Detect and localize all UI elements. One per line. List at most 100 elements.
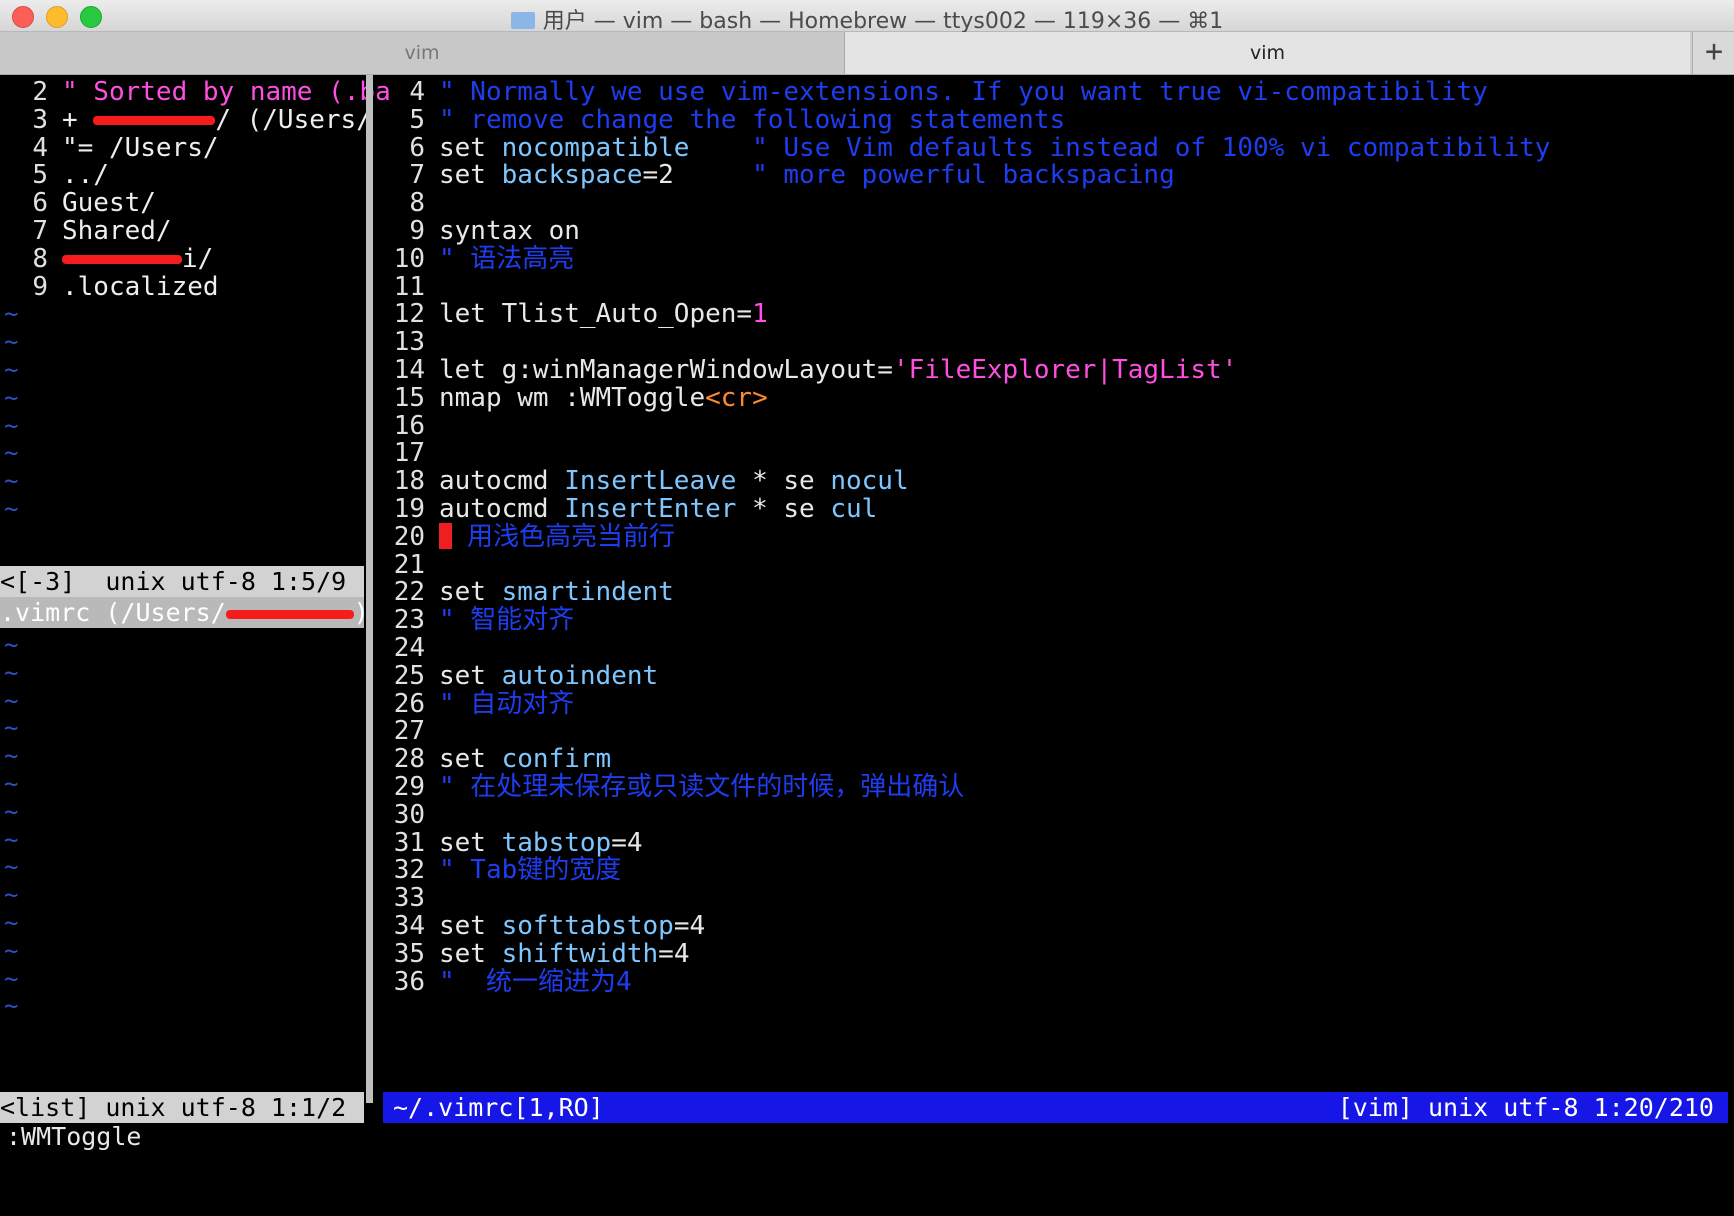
code-line[interactable]: 14 let g:winManagerWindowLayout='FileExpl… — [378, 355, 1238, 386]
empty-line-marker: ~ — [4, 300, 19, 329]
explorer-row[interactable]: 4 "= /Users/ — [0, 132, 219, 164]
line-number: 12 — [393, 299, 425, 330]
code-token: set — [439, 938, 502, 969]
code-token: =4 — [611, 827, 643, 858]
code-line[interactable]: 10 " 语法高亮 — [378, 243, 575, 275]
terminal-area[interactable]: 2 " Sorted by name (.ba 3 + / (/Users/4 "= /… — [0, 75, 1734, 1190]
code-token: 1 — [752, 299, 768, 330]
empty-line-marker: ~ — [4, 909, 19, 937]
line-number: 34 — [393, 911, 425, 941]
code-line[interactable]: 26 " 自动对齐 — [378, 688, 575, 720]
code-token: smartindent — [501, 577, 674, 608]
line-number: 26 — [393, 688, 425, 719]
explorer-status-line: <[-3] unix utf-8 1:5/9 — [0, 566, 364, 597]
explorer-row[interactable]: 9 .localized — [0, 271, 219, 303]
code-line[interactable]: 4 " Normally we use vim-extensions. If yo… — [378, 77, 1487, 108]
code-line[interactable]: 35 set shiftwidth=4 — [378, 938, 690, 970]
explorer-row[interactable]: 2 " Sorted by name (.ba — [0, 77, 390, 108]
explorer-entry-tail: / (/Users/ — [215, 104, 372, 135]
new-tab-button[interactable]: + — [1692, 32, 1734, 74]
code-token: " Tab键的宽度 — [439, 855, 622, 886]
code-line[interactable]: 36 " 统一缩进为4 — [378, 967, 632, 998]
code-token: set — [439, 744, 502, 775]
line-number: 13 — [393, 327, 425, 358]
code-token: =4 — [658, 938, 690, 969]
code-token: let g:winManagerWindowLayout= — [439, 355, 893, 385]
empty-line-marker: ~ — [4, 686, 19, 715]
taglist-status-tail: ) — [353, 598, 369, 627]
tab-vim-2[interactable]: vim — [845, 32, 1690, 74]
command-line[interactable]: :WMToggle — [6, 1121, 141, 1152]
line-number: 36 — [393, 966, 425, 997]
code-line[interactable]: 8 — [378, 188, 439, 219]
code-line[interactable]: 13 — [378, 327, 439, 358]
code-token: =2 — [642, 160, 674, 191]
code-token: backspace — [501, 160, 643, 191]
pane-divider[interactable] — [366, 75, 373, 1103]
explorer-entry: .localized — [62, 271, 219, 302]
code-line[interactable]: 12 let Tlist_Auto_Open=1 — [378, 299, 768, 330]
explorer-row[interactable]: 3 + / (/Users/ — [0, 105, 372, 136]
tab-bar: vim vim + — [0, 32, 1734, 75]
code-token: * se — [736, 466, 831, 497]
code-line[interactable]: 9 syntax on — [378, 216, 580, 247]
list-status-line: <list] unix utf-8 1:1/2 — [0, 1092, 364, 1123]
title-bar: 用户 — vim — bash — Homebrew — ttys002 — 1… — [0, 0, 1734, 35]
code-line[interactable]: 11 — [378, 272, 439, 303]
line-number: 22 — [393, 577, 425, 608]
explorer-row[interactable]: 7 Shared/ — [0, 216, 171, 247]
code-line[interactable]: 7 set backspace=2 " more powerful backspa… — [378, 160, 1174, 191]
line-number: 10 — [393, 243, 425, 274]
empty-line-marker: ~ — [4, 742, 19, 771]
code-line[interactable]: 23 " 智能对齐 — [378, 605, 575, 636]
tab-vim-1[interactable]: vim — [0, 32, 845, 74]
explorer-entry: "= /Users/ — [62, 132, 219, 163]
code-line[interactable]: 22 set smartindent — [378, 577, 674, 608]
code-line[interactable]: 15 nmap wm :WMToggle<cr> — [378, 383, 768, 414]
code-line[interactable]: 31 set tabstop=4 — [378, 828, 643, 859]
line-number: 7 — [32, 216, 48, 246]
code-line[interactable]: 17 — [378, 438, 439, 469]
code-line[interactable]: 32 " Tab键的宽度 — [378, 855, 622, 886]
code-token: cul — [830, 494, 878, 524]
code-line[interactable]: 29 " 在处理未保存或只读文件的时候，弹出确认 — [378, 772, 965, 803]
code-line[interactable]: 21 — [378, 550, 439, 581]
code-line[interactable]: 28 set confirm — [378, 744, 612, 775]
code-line[interactable]: 27 — [378, 716, 439, 747]
line-number: 6 — [32, 188, 48, 219]
code-line[interactable]: 19 autocmd InsertEnter * se cul — [378, 494, 878, 525]
window-title: 用户 — vim — bash — Homebrew — ttys002 — 1… — [0, 3, 1734, 35]
line-number: 3 — [32, 104, 48, 135]
empty-line-marker: ~ — [4, 658, 19, 687]
line-number: 23 — [393, 605, 425, 636]
code-line[interactable]: 25 set autoindent — [378, 661, 658, 692]
folder-icon — [510, 12, 535, 29]
explorer-row[interactable]: 6 Guest/ — [0, 188, 156, 219]
code-line[interactable]: 6 set nocompatible " Use Vim defaults ins… — [378, 133, 1550, 164]
code-line[interactable]: 33 — [378, 883, 439, 914]
empty-line-marker: ~ — [4, 328, 19, 357]
code-token: " Use Vim defaults instead of 100% vi co… — [689, 132, 1551, 163]
explorer-row[interactable]: 5 ../ — [0, 160, 109, 191]
code-token: set — [439, 577, 502, 608]
code-line[interactable]: 18 autocmd InsertLeave * se nocul — [378, 466, 909, 497]
line-number: 17 — [393, 438, 425, 469]
empty-line-marker: ~ — [4, 797, 19, 826]
code-line[interactable]: 5 " remove change the following statement… — [378, 105, 1065, 136]
code-token: tabstop — [501, 827, 612, 858]
line-number: 8 — [32, 243, 48, 274]
code-line[interactable]: 16 — [378, 411, 439, 442]
empty-line-marker: ~ — [4, 714, 19, 743]
explorer-entry: ../ — [62, 160, 109, 191]
code-line[interactable]: 20 用浅色高亮当前行 — [378, 522, 675, 553]
explorer-row[interactable]: 8 i/ — [0, 244, 213, 275]
code-token: =4 — [673, 911, 706, 941]
code-token: " 统一缩进为4 — [439, 966, 632, 997]
empty-line-marker: ~ — [4, 411, 19, 440]
line-number: 27 — [393, 716, 425, 747]
code-line[interactable]: 34 set softtabstop=4 — [378, 911, 705, 942]
code-line[interactable]: 30 — [378, 800, 439, 831]
line-number: 25 — [393, 660, 425, 691]
line-number: 9 — [32, 271, 48, 302]
code-line[interactable]: 24 — [378, 633, 439, 664]
